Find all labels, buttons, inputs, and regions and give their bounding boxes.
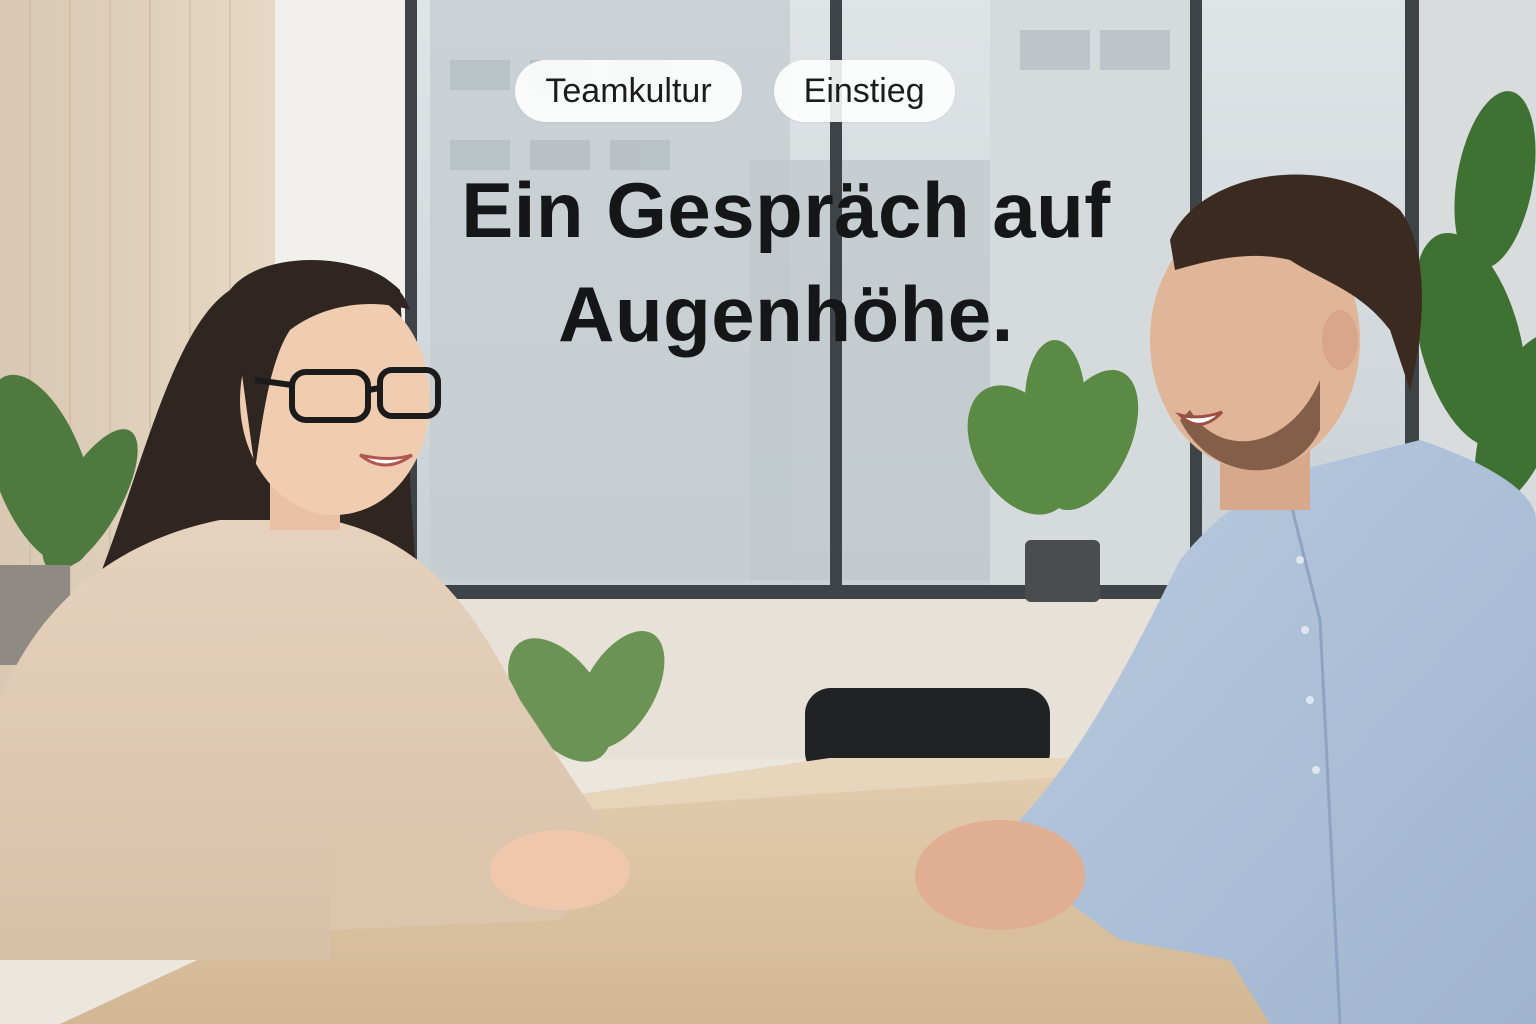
hero-scene: Teamkultur Einstieg Ein Gespräch auf Aug… bbox=[0, 0, 1536, 1024]
headline-line-2: Augenhöhe. bbox=[558, 270, 1014, 358]
headline-line-1: Ein Gespräch auf bbox=[461, 166, 1111, 254]
tag-list: Teamkultur Einstieg bbox=[0, 60, 1503, 122]
tag-teamkultur[interactable]: Teamkultur bbox=[515, 60, 742, 122]
tag-einstieg[interactable]: Einstieg bbox=[773, 60, 955, 122]
headline: Ein Gespräch auf Augenhöhe. bbox=[0, 158, 1536, 366]
office-photo bbox=[0, 0, 1536, 1024]
